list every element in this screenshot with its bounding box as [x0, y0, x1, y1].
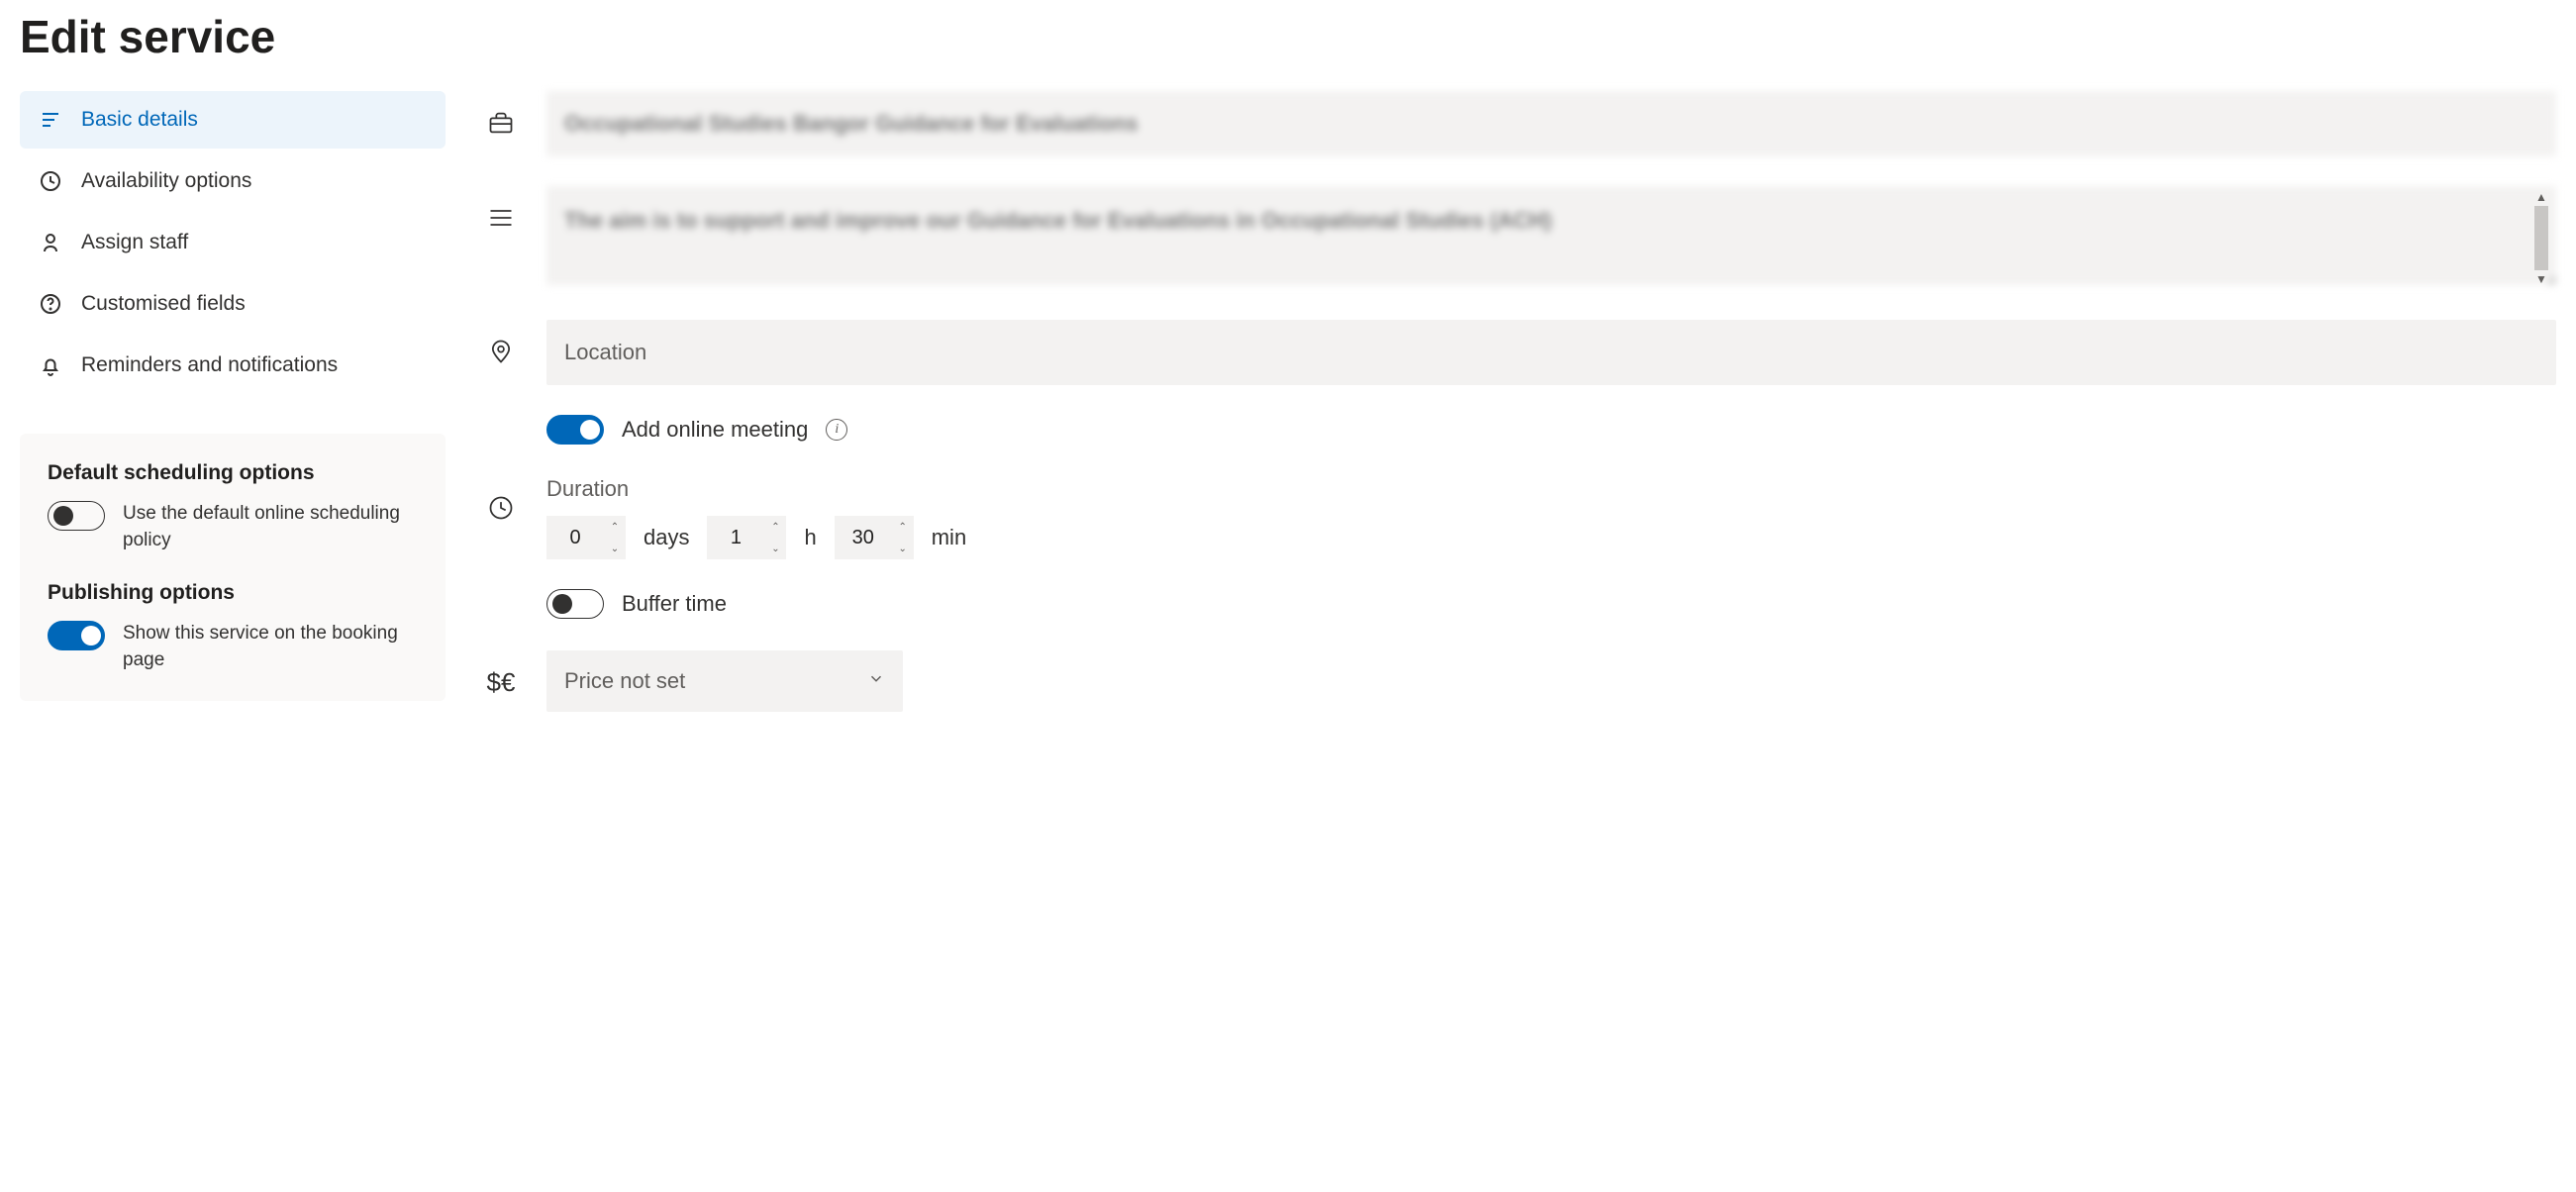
- nav-item-label: Reminders and notifications: [81, 353, 338, 377]
- hours-down-button[interactable]: ⌄: [764, 538, 786, 559]
- duration-minutes-input[interactable]: [835, 516, 892, 559]
- question-circle-icon: [38, 291, 63, 317]
- side-options-panel: Default scheduling options Use the defau…: [20, 434, 446, 701]
- minutes-unit: min: [932, 525, 966, 550]
- nav-item-basic-details[interactable]: Basic details: [20, 91, 446, 149]
- duration-hours-input[interactable]: [707, 516, 764, 559]
- nav-item-label: Customised fields: [81, 292, 246, 316]
- price-currency-icon: $€: [485, 666, 517, 698]
- description-scrollbar[interactable]: ▲ ▼: [2530, 190, 2552, 286]
- days-down-button[interactable]: ⌄: [604, 538, 626, 559]
- scroll-up-icon[interactable]: ▲: [2535, 190, 2547, 204]
- bell-icon: [38, 352, 63, 378]
- clock-icon: [38, 168, 63, 194]
- clock-icon: [485, 492, 517, 524]
- nav-list: Basic details Availability options Assig…: [20, 91, 446, 394]
- nav-item-label: Availability options: [81, 169, 251, 193]
- price-select-value: Price not set: [564, 668, 685, 694]
- spacer-icon: [485, 415, 517, 447]
- nav-item-label: Basic details: [81, 108, 198, 132]
- duration-minutes-stepper[interactable]: ⌃ ⌄: [835, 516, 914, 559]
- hours-unit: h: [804, 525, 816, 550]
- service-description-input[interactable]: The aim is to support and improve our Gu…: [546, 186, 2556, 285]
- description-lines-icon: [485, 202, 517, 234]
- buffer-time-label: Buffer time: [622, 591, 727, 617]
- list-icon: [38, 107, 63, 133]
- duration-days-stepper[interactable]: ⌃ ⌄: [546, 516, 626, 559]
- page-title: Edit service: [20, 0, 2556, 91]
- scroll-down-icon[interactable]: ▼: [2535, 272, 2547, 286]
- days-unit: days: [644, 525, 689, 550]
- scroll-thumb[interactable]: [2534, 206, 2548, 270]
- main-form: The aim is to support and improve our Gu…: [485, 91, 2556, 712]
- location-pin-icon: [485, 336, 517, 367]
- default-scheduling-toggle[interactable]: [48, 501, 105, 531]
- nav-item-customised-fields[interactable]: Customised fields: [20, 275, 446, 333]
- publishing-toggle-label: Show this service on the booking page: [123, 621, 418, 673]
- briefcase-icon: [485, 107, 517, 139]
- duration-label: Duration: [546, 476, 2556, 502]
- location-input[interactable]: [546, 320, 2556, 385]
- buffer-time-toggle[interactable]: [546, 589, 604, 619]
- nav-item-label: Assign staff: [81, 231, 188, 254]
- default-scheduling-toggle-label: Use the default online scheduling policy: [123, 501, 418, 553]
- sidebar: Basic details Availability options Assig…: [20, 91, 446, 701]
- price-select[interactable]: Price not set: [546, 650, 903, 712]
- publishing-toggle[interactable]: [48, 621, 105, 650]
- online-meeting-label: Add online meeting: [622, 417, 808, 443]
- nav-item-availability[interactable]: Availability options: [20, 152, 446, 210]
- duration-hours-stepper[interactable]: ⌃ ⌄: [707, 516, 786, 559]
- minutes-up-button[interactable]: ⌃: [892, 516, 914, 538]
- publishing-options-title: Publishing options: [48, 581, 418, 605]
- spacer-icon: [485, 589, 517, 621]
- service-name-input[interactable]: [546, 91, 2556, 156]
- duration-days-input[interactable]: [546, 516, 604, 559]
- hours-up-button[interactable]: ⌃: [764, 516, 786, 538]
- nav-item-assign-staff[interactable]: Assign staff: [20, 214, 446, 271]
- nav-item-reminders[interactable]: Reminders and notifications: [20, 337, 446, 394]
- person-icon: [38, 230, 63, 255]
- online-meeting-toggle[interactable]: [546, 415, 604, 445]
- scheduling-options-title: Default scheduling options: [48, 461, 418, 485]
- minutes-down-button[interactable]: ⌄: [892, 538, 914, 559]
- days-up-button[interactable]: ⌃: [604, 516, 626, 538]
- info-icon[interactable]: i: [826, 419, 847, 441]
